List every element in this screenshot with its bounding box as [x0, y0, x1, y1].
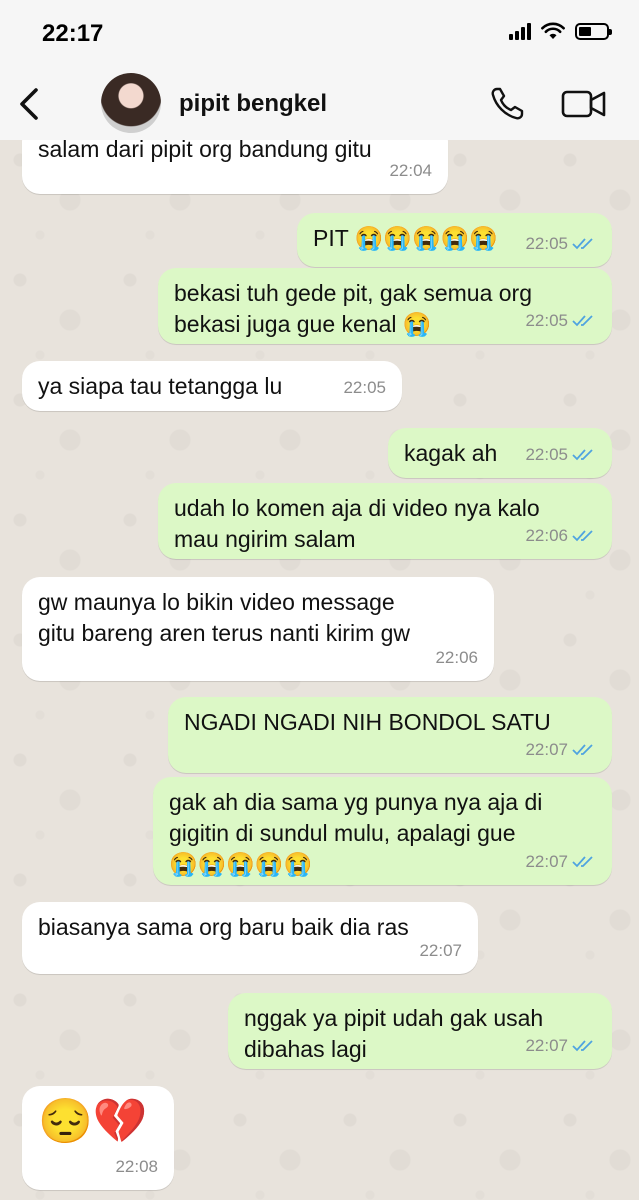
message-outgoing[interactable]: kagak ah 22:05: [388, 428, 612, 478]
battery-icon: [575, 22, 612, 40]
message-meta: 22:08: [115, 1151, 158, 1182]
message-outgoing[interactable]: PIT 😭😭😭😭😭 22:05: [297, 213, 612, 267]
status-bar: 22:17: [0, 0, 639, 70]
double-check-icon: [572, 855, 593, 867]
message-time: 22:05: [343, 378, 386, 397]
chat-header: pipit bengkel: [0, 70, 639, 141]
message-meta: 22:06: [435, 642, 478, 673]
double-check-icon: [572, 743, 593, 755]
double-check-icon: [572, 529, 593, 541]
message-outgoing[interactable]: nggak ya pipit udah gak usah dibahas lag…: [228, 993, 612, 1069]
message-text: salam dari pipit org bandung gitu: [38, 140, 372, 162]
message-time: 22:07: [419, 941, 462, 960]
avatar[interactable]: [101, 73, 161, 133]
double-check-icon: [572, 1039, 593, 1051]
message-time: 22:07: [525, 740, 568, 759]
message-meta: 22:06: [525, 520, 596, 551]
double-check-icon: [572, 237, 593, 249]
message-time: 22:05: [525, 445, 568, 464]
message-time: 22:08: [115, 1157, 158, 1176]
message-text: ya siapa tau tetangga lu: [38, 373, 283, 399]
status-icons: [509, 22, 612, 40]
status-time: 22:17: [42, 20, 104, 47]
message-text: biasanya sama org baru baik dia ras: [38, 914, 409, 940]
message-outgoing[interactable]: NGADI NGADI NIH BONDOL SATU 22:07: [168, 697, 612, 773]
message-meta: 22:07: [419, 935, 462, 966]
double-check-icon: [572, 314, 593, 326]
message-time: 22:07: [525, 1036, 568, 1055]
message-outgoing[interactable]: gak ah dia sama yg punya nya aja di gigi…: [153, 777, 612, 885]
signal-icon: [509, 22, 531, 40]
message-incoming[interactable]: biasanya sama org baru baik dia ras 22:0…: [22, 902, 478, 974]
message-time: 22:04: [389, 161, 432, 180]
message-meta: 22:07: [525, 1030, 596, 1061]
message-time: 22:05: [525, 311, 568, 330]
video-camera-icon[interactable]: [561, 88, 607, 120]
contact-name[interactable]: pipit bengkel: [179, 90, 327, 118]
message-outgoing[interactable]: bekasi tuh gede pit, gak semua org bekas…: [158, 268, 612, 344]
back-chevron-icon[interactable]: [14, 86, 44, 122]
message-text: gw maunya lo bikin video message gitu ba…: [38, 589, 411, 646]
message-meta: 22:05: [525, 228, 596, 259]
message-outgoing[interactable]: udah lo komen aja di video nya kalo mau …: [158, 483, 612, 559]
message-meta: 22:04: [389, 155, 432, 186]
message-meta: 22:07: [525, 734, 596, 765]
phone-icon[interactable]: [489, 86, 525, 122]
message-emoji: 😔💔: [38, 1097, 148, 1146]
wifi-icon: [541, 22, 565, 39]
message-incoming[interactable]: gw maunya lo bikin video message gitu ba…: [22, 577, 494, 681]
message-meta: 22:07: [525, 846, 596, 877]
message-time: 22:05: [525, 234, 568, 253]
message-meta: 22:05: [525, 439, 596, 470]
message-meta: 22:05: [525, 305, 596, 336]
chat-area[interactable]: salam dari pipit org bandung gitu 22:04 …: [0, 140, 639, 1200]
message-meta: 22:05: [343, 372, 386, 403]
message-time: 22:07: [525, 852, 568, 871]
message-incoming[interactable]: 😔💔 22:08: [22, 1086, 174, 1190]
double-check-icon: [572, 448, 593, 460]
message-time: 22:06: [435, 648, 478, 667]
message-incoming[interactable]: ya siapa tau tetangga lu 22:05: [22, 361, 402, 411]
message-time: 22:06: [525, 526, 568, 545]
message-incoming[interactable]: salam dari pipit org bandung gitu 22:04: [22, 140, 448, 194]
